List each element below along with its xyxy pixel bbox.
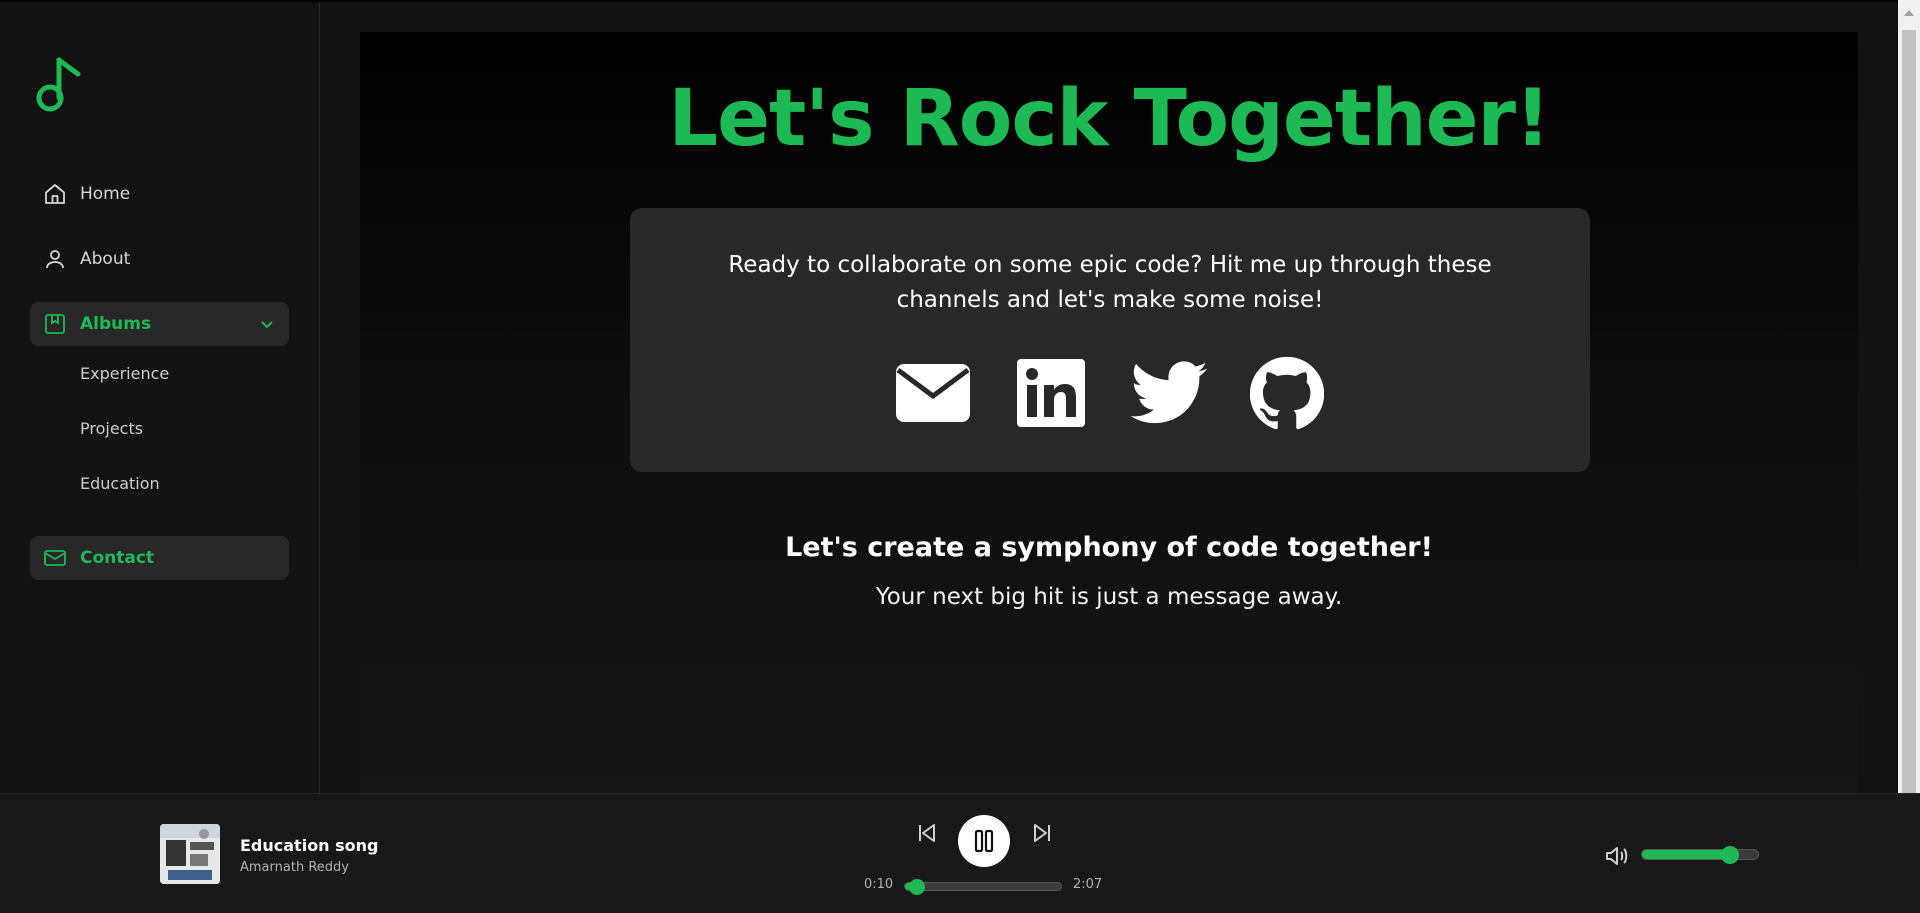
sidebar-item-albums[interactable]: Albums bbox=[30, 302, 289, 346]
volume-handle[interactable] bbox=[1721, 846, 1740, 864]
subline: Your next big hit is just a message away… bbox=[875, 584, 1343, 610]
song-artist: Amarnath Reddy bbox=[240, 860, 349, 875]
pause-button[interactable] bbox=[958, 815, 1010, 867]
sidebar-item-label: Contact bbox=[80, 548, 155, 568]
progress-handle[interactable] bbox=[909, 879, 926, 895]
social-links bbox=[630, 354, 1590, 432]
home-icon bbox=[42, 181, 68, 207]
sidebar: Home About Albums Experience Projects Ed… bbox=[0, 2, 320, 793]
volume-icon[interactable] bbox=[1604, 844, 1630, 868]
albums-submenu: Experience Projects Education bbox=[30, 359, 289, 524]
previous-track-button[interactable] bbox=[912, 818, 942, 848]
music-player-bar: Education song Amarnath Reddy 0:10 2:07 bbox=[0, 793, 1920, 913]
twitter-icon[interactable] bbox=[1130, 354, 1208, 432]
album-art bbox=[160, 824, 220, 884]
contact-card: Ready to collaborate on some epic code? … bbox=[630, 208, 1590, 472]
email-icon[interactable] bbox=[894, 354, 972, 432]
total-time: 2:07 bbox=[1073, 877, 1103, 892]
app-window: Home About Albums Experience Projects Ed… bbox=[0, 0, 1920, 913]
sidebar-item-home[interactable]: Home bbox=[30, 172, 289, 216]
bookmark-icon bbox=[42, 311, 68, 337]
card-description: Ready to collaborate on some epic code? … bbox=[728, 252, 1492, 313]
chevron-down-icon[interactable] bbox=[257, 314, 277, 334]
page-scrollbar[interactable] bbox=[1898, 0, 1920, 793]
main-content: Let's Rock Together! Ready to collaborat… bbox=[360, 32, 1858, 793]
mail-icon bbox=[42, 545, 68, 571]
sidebar-item-about[interactable]: About bbox=[30, 237, 289, 281]
scroll-up-arrow-icon[interactable] bbox=[1904, 10, 1914, 16]
page-title: Let's Rock Together! bbox=[668, 74, 1550, 164]
user-icon bbox=[42, 246, 68, 272]
sidebar-subitem-education[interactable]: Education bbox=[30, 469, 289, 524]
volume-fill bbox=[1642, 850, 1731, 859]
current-time: 0:10 bbox=[864, 877, 894, 892]
sidebar-nav: Home About Albums Experience Projects Ed… bbox=[30, 172, 289, 601]
github-icon[interactable] bbox=[1248, 354, 1326, 432]
tagline: Let's create a symphony of code together… bbox=[785, 532, 1433, 563]
next-track-button[interactable] bbox=[1027, 818, 1057, 848]
sidebar-item-contact[interactable]: Contact bbox=[30, 536, 289, 580]
sidebar-item-label: Albums bbox=[80, 314, 152, 334]
song-title: Education song bbox=[240, 836, 379, 855]
sidebar-item-label: Home bbox=[80, 184, 131, 204]
scrollbar-thumb[interactable] bbox=[1902, 30, 1916, 793]
sidebar-subitem-projects[interactable]: Projects bbox=[30, 414, 289, 469]
sidebar-item-label: About bbox=[80, 249, 131, 269]
volume-slider[interactable] bbox=[1641, 846, 1759, 864]
sidebar-subitem-experience[interactable]: Experience bbox=[30, 359, 289, 414]
linkedin-icon[interactable] bbox=[1012, 354, 1090, 432]
music-note-icon[interactable] bbox=[34, 56, 84, 114]
progress-slider[interactable] bbox=[904, 879, 1062, 895]
